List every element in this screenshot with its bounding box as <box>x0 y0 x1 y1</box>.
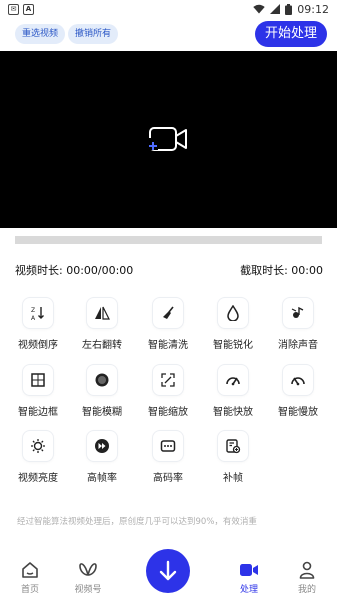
status-bar: ✉ A 09:12 <box>0 0 337 18</box>
tool-brightness[interactable]: 视频亮度 <box>8 431 68 487</box>
tool-high-bitrate[interactable]: 高码率 <box>138 431 198 487</box>
tool-label: 智能慢放 <box>278 407 318 418</box>
clip-duration: 截取时长: 00:00 <box>240 264 323 277</box>
undo-all-button[interactable]: 撤销所有 <box>68 24 119 44</box>
person-icon <box>287 560 327 580</box>
tool-flip[interactable]: 左右翻转 <box>72 298 132 354</box>
tool-label: 智能缩放 <box>148 407 188 418</box>
tool-label: 左右翻转 <box>82 340 122 351</box>
video-camera-icon <box>229 560 269 580</box>
tab-channels[interactable]: 视频号 <box>68 560 108 595</box>
tool-smart-sharpen[interactable]: 智能锐化 <box>203 298 263 354</box>
tab-label: 视频号 <box>74 585 102 595</box>
trim-progress-bar[interactable] <box>15 236 322 244</box>
speed-slow-icon <box>283 365 313 395</box>
signal-icon <box>270 4 281 14</box>
tab-label: 处理 <box>239 585 258 595</box>
butterfly-icon <box>68 560 108 580</box>
notification-icons: ✉ A <box>8 3 34 15</box>
tool-smart-clean[interactable]: 智能清洗 <box>138 298 198 354</box>
tool-label: 智能清洗 <box>148 340 188 351</box>
reverse-sort-icon: ZA <box>23 298 53 328</box>
tool-smart-slow[interactable]: 智能慢放 <box>268 365 328 421</box>
tool-smart-zoom[interactable]: 智能缩放 <box>138 365 198 421</box>
tool-smart-fast[interactable]: 智能快放 <box>203 365 263 421</box>
battery-icon <box>285 3 293 15</box>
tool-label: 补帧 <box>223 473 243 484</box>
download-button[interactable] <box>146 549 190 593</box>
top-bar: 重选视频 撤销所有 开始处理 <box>0 21 337 50</box>
tool-smart-blur[interactable]: 智能模糊 <box>72 365 132 421</box>
tool-label: 智能快放 <box>213 407 253 418</box>
mute-icon <box>283 298 313 328</box>
svg-text:A: A <box>31 315 36 321</box>
home-icon <box>10 560 50 580</box>
tab-home[interactable]: 首页 <box>10 560 50 595</box>
broom-icon <box>153 298 183 328</box>
tool-label: 智能边框 <box>18 407 58 418</box>
tool-smart-border[interactable]: 智能边框 <box>8 365 68 421</box>
status-right: 09:12 <box>253 3 329 16</box>
tool-label: 智能锐化 <box>213 340 253 351</box>
wifi-icon <box>253 4 265 14</box>
duration-row: 视频时长: 00:00/00:00 截取时长: 00:00 <box>0 262 337 278</box>
tool-label: 高帧率 <box>87 473 117 484</box>
tool-label: 视频倒序 <box>18 340 58 351</box>
video-duration: 视频时长: 00:00/00:00 <box>15 264 134 277</box>
download-arrow-icon <box>159 560 177 581</box>
status-time: 09:12 <box>297 2 329 16</box>
tool-label: 视频亮度 <box>18 473 58 484</box>
notification-icon: ✉ <box>8 3 19 15</box>
border-icon <box>23 365 53 395</box>
tab-label: 首页 <box>20 585 39 595</box>
tab-process[interactable]: 处理 <box>229 560 269 595</box>
tab-label: 我的 <box>297 585 316 595</box>
speed-fast-icon <box>218 365 248 395</box>
brightness-icon <box>23 431 53 461</box>
video-preview[interactable] <box>0 51 337 228</box>
tool-video-reverse[interactable]: ZA 视频倒序 <box>8 298 68 354</box>
flip-icon <box>87 298 117 328</box>
tool-label: 智能模糊 <box>82 407 122 418</box>
tool-frame-fill[interactable]: 补帧 <box>203 431 263 487</box>
start-processing-button[interactable]: 开始处理 <box>255 21 327 47</box>
frame-fill-icon <box>218 431 248 461</box>
tab-profile[interactable]: 我的 <box>287 560 327 595</box>
video-add-icon <box>148 126 187 151</box>
tool-high-framerate[interactable]: 高帧率 <box>72 431 132 487</box>
svg-text:Z: Z <box>31 307 35 314</box>
droplet-icon <box>218 298 248 328</box>
tool-label: 消除声音 <box>278 340 318 351</box>
notification-a-icon: A <box>23 3 34 15</box>
tool-remove-sound[interactable]: 消除声音 <box>268 298 328 354</box>
blur-icon <box>87 365 117 395</box>
zoom-icon <box>153 365 183 395</box>
reselect-video-button[interactable]: 重选视频 <box>15 24 66 44</box>
fast-forward-icon <box>87 431 117 461</box>
bitrate-icon <box>153 431 183 461</box>
tool-label: 高码率 <box>153 473 183 484</box>
processing-note: 经过智能算法视频处理后，原创度几乎可以达到90%，有效消重 <box>17 517 257 527</box>
